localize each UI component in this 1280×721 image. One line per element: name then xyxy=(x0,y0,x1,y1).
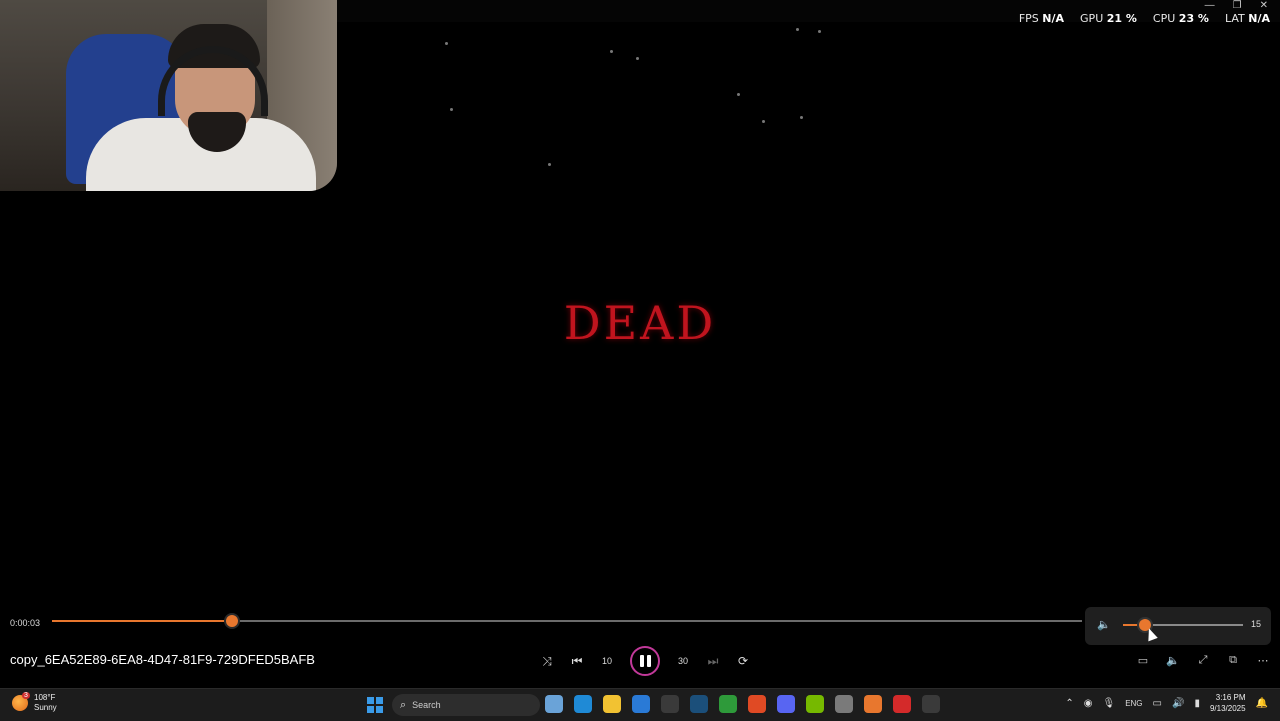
fullscreen-button[interactable]: ⤢ xyxy=(1194,651,1212,669)
temperature: 108°F xyxy=(34,693,56,702)
system-tray: ⌃ ◉ 🎙 ENG ▭ 🔊 ▮ 3:16 PM 9/13/2025 🔔 xyxy=(1065,692,1268,714)
volume-value: 15 xyxy=(1250,619,1261,629)
previous-button[interactable]: ⏮ xyxy=(566,648,588,674)
restore-icon[interactable]: ❐ xyxy=(1233,0,1242,11)
volume-icon: 🔈 xyxy=(1166,654,1180,667)
cpu-stat: CPU 23 % xyxy=(1152,12,1209,25)
miniplayer-button[interactable]: ⧉ xyxy=(1224,651,1242,669)
pause-button[interactable] xyxy=(630,646,660,676)
weather-condition: Sunny xyxy=(34,703,57,712)
minimize-icon[interactable]: — xyxy=(1205,0,1215,11)
xbox-icon[interactable] xyxy=(719,695,737,713)
repeat-off-icon: ⟳ xyxy=(737,654,749,668)
discord-icon[interactable] xyxy=(777,695,795,713)
more-options-button[interactable]: ⋯ xyxy=(1254,651,1272,669)
transport-controls: ⤨ ⏮ 10 30 ⏭ ⟳ xyxy=(536,646,754,676)
microphone-icon[interactable]: 🎙 xyxy=(1102,698,1115,709)
clock-date: 9/13/2025 xyxy=(1209,704,1246,713)
volume-icon[interactable]: 🔈 xyxy=(1097,618,1111,631)
sun-icon: 3 xyxy=(12,692,30,711)
media-app-icon[interactable] xyxy=(893,695,911,713)
next-icon: ⏭ xyxy=(707,653,719,668)
speaker-icon[interactable]: 🔊 xyxy=(1172,698,1184,709)
weather-widget[interactable]: 3 108°F Sunny xyxy=(12,692,57,713)
nvidia-icon[interactable] xyxy=(806,695,824,713)
taskbar-search[interactable]: ⌕ Search xyxy=(392,694,540,716)
pause-icon xyxy=(639,655,651,667)
rewind-10-icon: 10 xyxy=(601,656,612,666)
steam-icon[interactable] xyxy=(690,695,708,713)
terminal-icon[interactable] xyxy=(661,695,679,713)
battery-icon[interactable]: ▮ xyxy=(1194,698,1200,709)
shuffle-button[interactable]: ⤨ xyxy=(536,648,558,674)
search-placeholder: Search xyxy=(412,700,441,710)
start-button[interactable] xyxy=(367,697,383,713)
media-player-icon[interactable] xyxy=(922,695,940,713)
volume-button[interactable]: 🔈 xyxy=(1164,651,1182,669)
shuffle-icon: ⤨ xyxy=(542,653,552,668)
store-icon[interactable] xyxy=(632,695,650,713)
file-explorer-icon[interactable] xyxy=(603,695,621,713)
more-icon: ⋯ xyxy=(1257,654,1269,667)
elapsed-time: 0:00:03 xyxy=(10,618,41,628)
network-icon[interactable]: ▭ xyxy=(1153,698,1162,709)
taskbar-apps xyxy=(545,695,940,713)
latency-stat: LAT N/A xyxy=(1224,12,1270,25)
fps-stat: FPS N/A xyxy=(1018,12,1065,25)
widgets-app[interactable] xyxy=(545,695,563,713)
performance-overlay: FPS N/A GPU 21 % CPU 23 % LAT N/A xyxy=(1019,12,1270,25)
clock-time: 3:16 PM xyxy=(1215,693,1246,702)
volume-flyout: 🔈 15 xyxy=(1085,607,1271,645)
close-icon[interactable]: ✕ xyxy=(1260,0,1268,11)
previous-icon: ⏮ xyxy=(571,653,583,668)
rewind-button[interactable]: 10 xyxy=(596,648,618,674)
forward-button[interactable]: 30 xyxy=(672,648,694,674)
seek-bar-progress xyxy=(52,620,233,622)
subtitles-icon: ▭ xyxy=(1137,654,1149,667)
forward-30-icon: 30 xyxy=(677,656,688,666)
window-controls: — ❐ ✕ xyxy=(1205,0,1268,11)
browser-icon[interactable] xyxy=(835,695,853,713)
taskbar: 3 108°F Sunny ⌕ Search ⌃ ◉ 🎙 ENG ▭ 🔊 ▮ 3… xyxy=(0,688,1280,721)
fullscreen-icon: ⤢ xyxy=(1198,653,1208,666)
aimp-icon[interactable] xyxy=(864,695,882,713)
search-icon: ⌕ xyxy=(400,698,407,711)
seek-bar[interactable] xyxy=(52,615,1082,627)
app-tray-icon[interactable]: ◉ xyxy=(1084,698,1093,709)
language-indicator[interactable]: ENG xyxy=(1125,699,1142,708)
edge-icon[interactable] xyxy=(574,695,592,713)
miniplayer-icon: ⧉ xyxy=(1229,653,1237,666)
webcam-feed xyxy=(0,0,337,191)
volume-slider[interactable] xyxy=(1123,619,1243,631)
clock[interactable]: 3:16 PM 9/13/2025 xyxy=(1210,692,1246,714)
gpu-stat: GPU 21 % xyxy=(1080,12,1137,25)
player-extra-controls: ▭ 🔈 ⤢ ⧉ ⋯ xyxy=(1134,651,1272,669)
subtitles-button[interactable]: ▭ xyxy=(1134,651,1152,669)
chevron-up-icon[interactable]: ⌃ xyxy=(1065,698,1073,709)
next-button[interactable]: ⏭ xyxy=(702,648,724,674)
media-title: copy_6EA52E89-6EA8-4D47-81F9-729DFED5BAF… xyxy=(10,652,315,667)
notifications-icon[interactable]: 🔔 xyxy=(1256,698,1268,709)
video-caption: DEAD xyxy=(563,296,717,350)
brave-icon[interactable] xyxy=(748,695,766,713)
weather-badge: 3 xyxy=(22,692,30,699)
repeat-button[interactable]: ⟳ xyxy=(732,648,754,674)
